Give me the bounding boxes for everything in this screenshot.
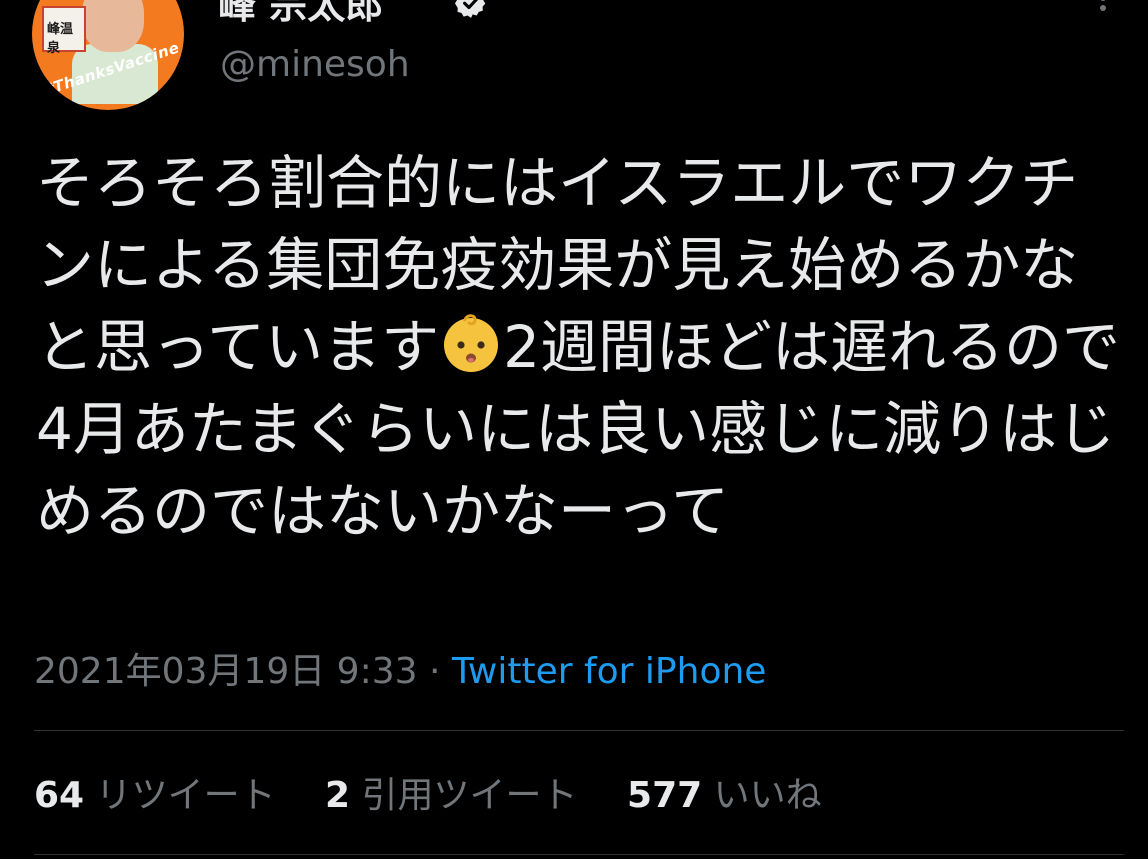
tweet-source-link[interactable]: Twitter for iPhone <box>452 651 767 692</box>
divider-bottom <box>34 854 1124 855</box>
avatar[interactable]: 峰温泉 #ThanksVaccine <box>32 0 184 110</box>
divider-top <box>34 730 1124 731</box>
quotes-label: 引用ツイート <box>361 775 578 816</box>
quotes-count: 2 <box>325 775 351 816</box>
likes-label: いいね <box>713 775 822 816</box>
retweets-label: リツイート <box>95 775 276 816</box>
retweets-stat[interactable]: 64 リツイート <box>34 766 276 818</box>
meta-separator: · <box>417 651 452 692</box>
avatar-face <box>82 0 144 52</box>
likes-stat[interactable]: 577 いいね <box>627 766 822 818</box>
more-options-icon[interactable] <box>1096 0 1110 22</box>
tweet-meta: 2021年03月19日 9:33 · Twitter for iPhone <box>34 642 766 694</box>
user-handle[interactable]: @minesoh <box>220 44 410 85</box>
avatar-sign-text: 峰温泉 <box>47 22 74 56</box>
avatar-sign: 峰温泉 <box>42 6 86 56</box>
display-name[interactable]: 峰 宗太郎 <box>218 0 383 29</box>
tweet-body: そろそろ割合的にはイスラエルでワクチンによる集団免疫効果が見え始めるかなと思って… <box>36 142 1126 552</box>
tweet-header: 峰温泉 #ThanksVaccine 峰 宗太郎 @minesoh <box>0 0 1148 110</box>
tweet-timestamp[interactable]: 2021年03月19日 9:33 <box>34 651 418 692</box>
baby-face-icon <box>439 311 503 375</box>
retweets-count: 64 <box>34 775 85 816</box>
likes-count: 577 <box>627 775 703 816</box>
tweet-stats: 64 リツイート 2 引用ツイート 577 いいね <box>34 766 860 818</box>
quotes-stat[interactable]: 2 引用ツイート <box>325 766 578 818</box>
verified-badge-icon <box>454 0 486 18</box>
